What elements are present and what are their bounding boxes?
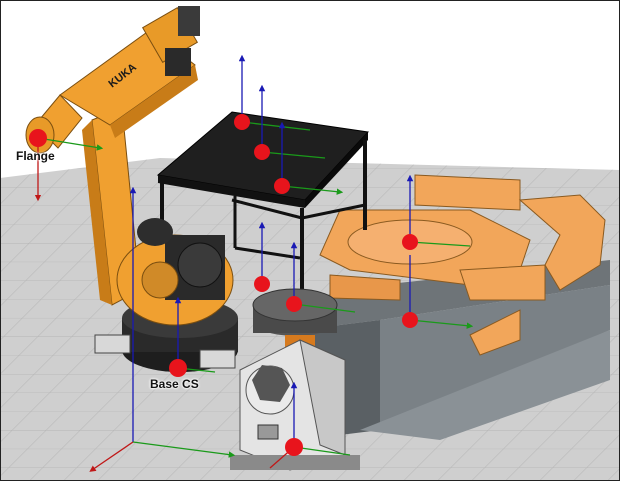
- frame-marker-icon[interactable]: [234, 114, 250, 130]
- frame-marker-icon[interactable]: [169, 359, 187, 377]
- frame-marker-icon[interactable]: [402, 234, 418, 250]
- frame-marker-icon[interactable]: [274, 178, 290, 194]
- frame-marker-icon[interactable]: [254, 276, 270, 292]
- 3d-viewport[interactable]: KUKA Flange Base CS: [0, 0, 620, 481]
- frame-marker-icon[interactable]: [286, 296, 302, 312]
- frame-marker-icon[interactable]: [285, 438, 303, 456]
- frame-marker-icon[interactable]: [254, 144, 270, 160]
- flange-label: Flange: [16, 149, 55, 163]
- frame-marker-icon[interactable]: [29, 129, 47, 147]
- scene-canvas[interactable]: KUKA: [0, 0, 620, 481]
- frame-marker-icon[interactable]: [402, 312, 418, 328]
- base-cs-label: Base CS: [150, 377, 199, 391]
